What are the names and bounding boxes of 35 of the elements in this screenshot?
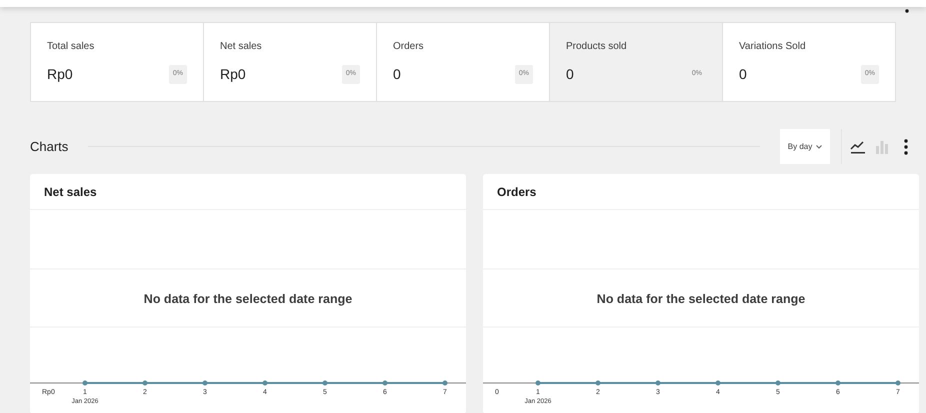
interval-dropdown[interactable]: By day — [780, 129, 830, 164]
data-point — [536, 380, 540, 386]
charts-title: Charts — [30, 138, 68, 156]
data-point — [656, 380, 660, 386]
chart-title: Net sales — [44, 184, 97, 200]
stat-label: Total sales — [47, 40, 96, 54]
empty-message: No data for the selected date range — [596, 291, 806, 308]
stat-value: 0 — [566, 65, 574, 84]
dot-icon — [905, 9, 909, 13]
data-point — [596, 380, 600, 386]
more-icon[interactable] — [904, 138, 908, 154]
data-point — [142, 380, 148, 386]
stat-value: Rp0 — [47, 65, 73, 84]
stat-value: Rp0 — [220, 65, 246, 84]
data-point — [836, 380, 840, 386]
stat-value: 0 — [739, 65, 747, 84]
data-point — [896, 380, 900, 386]
data-point — [442, 380, 448, 386]
data-point — [202, 380, 208, 386]
stat-label: Net sales — [220, 40, 263, 54]
data-point — [82, 380, 88, 386]
data-point — [322, 380, 328, 386]
data-point — [716, 380, 720, 386]
line-chart-icon — [850, 140, 866, 154]
stat-label: Variations Sold — [739, 40, 807, 54]
data-point — [262, 380, 268, 386]
empty-message: No data for the selected date range — [144, 291, 352, 308]
data-point — [776, 380, 780, 386]
bar-chart-icon — [875, 140, 889, 154]
chevron-down-icon — [816, 144, 822, 148]
chart-title: Orders — [497, 184, 536, 200]
stat-label: Orders — [393, 40, 425, 54]
data-point — [382, 380, 388, 386]
stat-value: 0 — [393, 65, 401, 84]
stat-label: Products sold — [566, 40, 628, 54]
